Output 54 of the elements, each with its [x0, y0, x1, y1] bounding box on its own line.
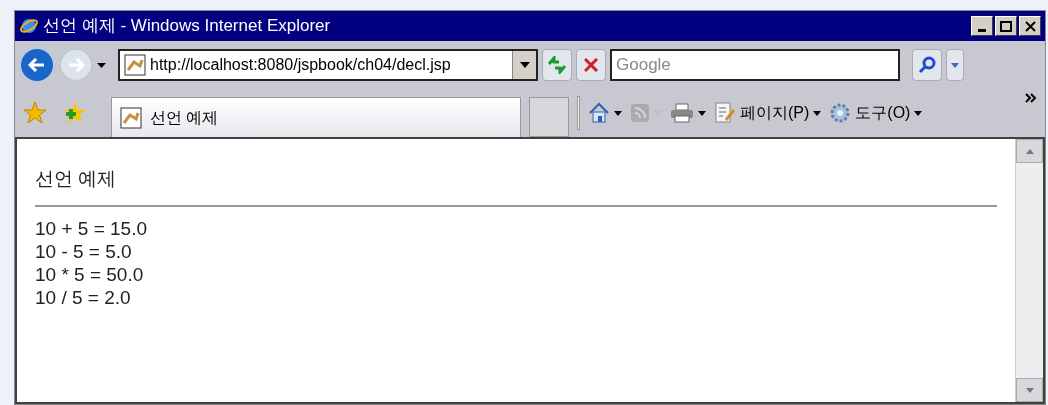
up-arrow-icon: [1025, 148, 1034, 154]
print-button[interactable]: [670, 103, 706, 123]
back-button[interactable]: [19, 47, 55, 83]
close-icon: [1024, 20, 1036, 32]
caret-icon: [614, 110, 622, 116]
page-icon: [124, 54, 146, 76]
result-line: 10 - 5 = 5.0: [35, 240, 133, 263]
globe-logo-icon: [19, 16, 39, 36]
minimize-icon: [978, 29, 986, 32]
result-line: 10 + 5 = 15.0: [35, 217, 148, 240]
result-line: 10 * 5 = 50.0: [35, 263, 145, 286]
scroll-up-button[interactable]: [1016, 139, 1043, 163]
refresh-button[interactable]: [542, 49, 572, 81]
right-arrow-icon: [67, 58, 85, 72]
page-heading: 선언 예제: [35, 167, 118, 191]
page-icon: [120, 106, 142, 129]
refresh-arrows-icon: [547, 56, 567, 74]
tools-menu-button[interactable]: 도구(O): [829, 101, 923, 125]
window-title: 선언 예제 - Windows Internet Explorer: [43, 15, 331, 38]
document-pencil-icon: [714, 102, 736, 124]
result-line: 10 / 5 = 2.0: [35, 286, 132, 309]
star-icon[interactable]: [23, 101, 47, 125]
add-star-icon[interactable]: [63, 101, 87, 125]
minimize-button[interactable]: [971, 16, 993, 36]
caret-icon: [813, 110, 822, 116]
vertical-scrollbar[interactable]: [1015, 139, 1043, 402]
feed-icon: [630, 103, 650, 123]
caret-icon: [914, 110, 923, 116]
home-button[interactable]: [588, 102, 622, 124]
down-arrow-icon: [1025, 387, 1034, 393]
caret-icon: [951, 62, 959, 68]
search-icon: [918, 56, 936, 74]
search-options-button[interactable]: [946, 49, 964, 81]
chevron-icon[interactable]: [1025, 93, 1037, 103]
page-menu-button[interactable]: 페이지(P): [714, 101, 822, 125]
printer-icon: [670, 103, 694, 123]
address-field[interactable]: http://localhost:8080/jspbook/ch04/decl.jsp: [118, 49, 538, 81]
gear-icon: [829, 102, 852, 124]
house-icon: [588, 102, 610, 124]
stop-button[interactable]: [576, 49, 606, 81]
search-button[interactable]: [912, 49, 942, 81]
maximize-button[interactable]: [995, 16, 1017, 36]
maximize-icon: [1000, 20, 1012, 32]
caret-icon: [698, 110, 706, 116]
search-field[interactable]: Google: [610, 49, 900, 81]
close-button[interactable]: [1019, 16, 1041, 36]
left-arrow-icon: [28, 58, 46, 72]
url-text: http://localhost:8080/jspbook/ch04/decl.jsp: [150, 55, 451, 75]
caret-icon: [519, 62, 530, 68]
address-dropdown-button[interactable]: [512, 51, 536, 79]
dropdown-caret-icon: [97, 62, 106, 68]
close-icon: [584, 58, 598, 72]
scroll-down-button[interactable]: [1016, 378, 1043, 402]
browser-tab[interactable]: 선언 예제: [111, 97, 521, 137]
